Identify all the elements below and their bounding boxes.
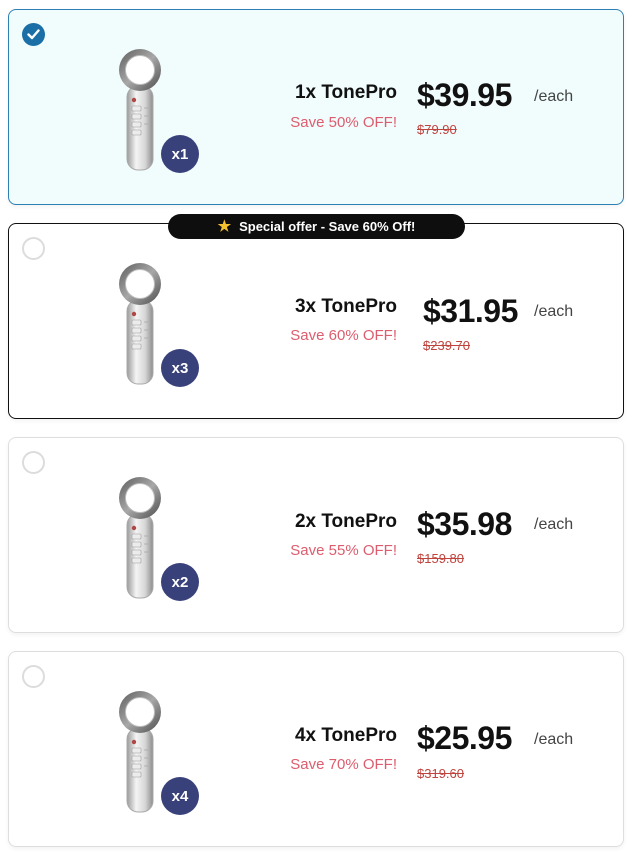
unit-price: $31.95 (423, 293, 518, 329)
original-price: $159.80 (417, 551, 464, 566)
radio-button[interactable] (22, 237, 45, 260)
save-label: Save 55% OFF! (290, 542, 397, 559)
radio-button[interactable] (22, 665, 45, 688)
original-price: $319.60 (417, 766, 464, 781)
original-price: $79.90 (417, 122, 457, 137)
unit-price: $35.98 (417, 506, 512, 542)
offer-text: Special offer - Save 60% Off! (239, 219, 416, 234)
quantity-badge: x4 (161, 777, 199, 815)
save-label: Save 70% OFF! (290, 756, 397, 773)
quantity-badge: x2 (161, 563, 199, 601)
bundle-option-1x[interactable]: x1 1x TonePro Save 50% OFF! $39.95 /each… (8, 9, 624, 205)
bundle-option-3x[interactable]: x3 3x TonePro Save 60% OFF! $31.95 /each… (8, 223, 624, 419)
original-price: $239.70 (423, 338, 470, 353)
price-unit: /each (534, 303, 574, 320)
special-offer-banner: ★ Special offer - Save 60% Off! (168, 214, 465, 239)
option-title: 3x TonePro (294, 296, 397, 317)
quantity-badge: x1 (161, 135, 199, 173)
option-title: 2x TonePro (294, 511, 397, 532)
option-title: 4x TonePro (294, 725, 397, 746)
star-icon: ★ (217, 218, 232, 235)
price-unit: /each (534, 88, 574, 105)
price-unit: /each (534, 516, 574, 533)
price-unit: /each (534, 731, 574, 748)
save-label: Save 50% OFF! (290, 114, 397, 131)
bundle-option-4x[interactable]: x4 4x TonePro Save 70% OFF! $25.95 /each… (8, 651, 624, 847)
save-label: Save 60% OFF! (290, 327, 397, 344)
option-title: 1x TonePro (294, 82, 397, 103)
unit-price: $39.95 (417, 77, 512, 113)
radio-checked-icon[interactable] (22, 23, 45, 46)
radio-button[interactable] (22, 451, 45, 474)
unit-price: $25.95 (417, 720, 512, 756)
quantity-badge: x3 (161, 349, 199, 387)
bundle-option-2x[interactable]: x2 2x TonePro Save 55% OFF! $35.98 /each… (8, 437, 624, 633)
